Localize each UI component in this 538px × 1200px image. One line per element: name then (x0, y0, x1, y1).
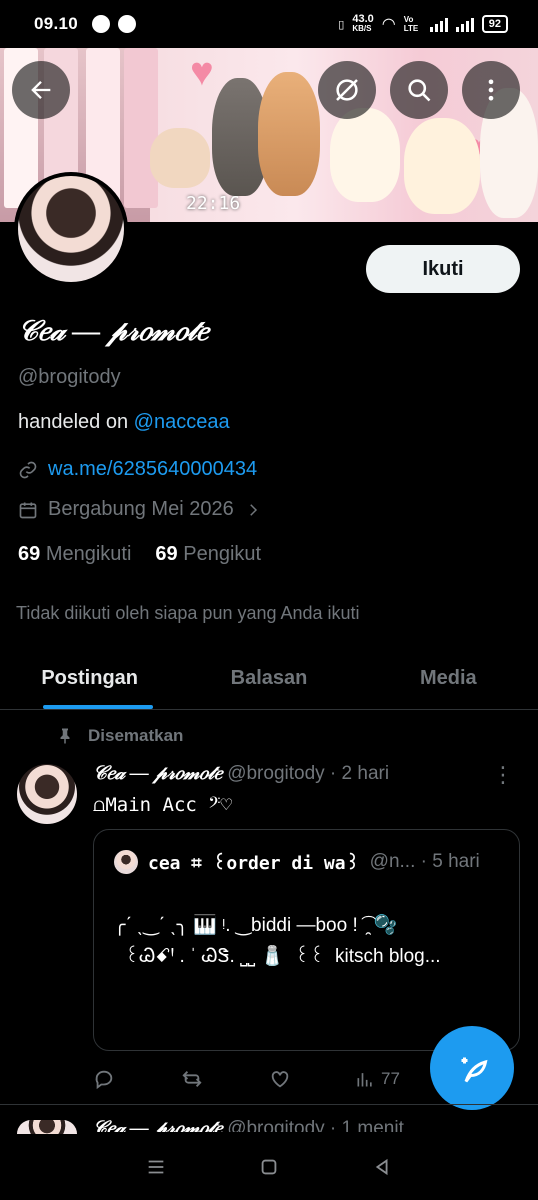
grok-button[interactable] (318, 61, 376, 119)
post-text: ⩍Main Acc 𝄢♡ (93, 794, 232, 816)
kitten-image (258, 72, 320, 196)
quoted-author-name: cea ⌗ ꒰order di wa꒱ (148, 852, 360, 874)
quoted-post[interactable]: cea ⌗ ꒰order di wa꒱ @n... · 5 hari ╭ˊ ˎ‿… (93, 829, 520, 1051)
tab-postingan[interactable]: Postingan (0, 648, 179, 709)
home-square-icon[interactable] (258, 1156, 280, 1178)
compose-post-button[interactable] (430, 1026, 514, 1110)
status-time: 09.10 (34, 14, 79, 33)
wifi-icon: ◠ (381, 16, 396, 33)
post-meta: @brogitody · 2 hari (221, 763, 390, 784)
like-button[interactable] (269, 1068, 355, 1090)
vibrate-icon: ▯ (338, 18, 345, 31)
repost-button[interactable] (181, 1068, 269, 1090)
chevron-right-icon (249, 503, 257, 516)
signal-icon (455, 16, 474, 32)
tab-media[interactable]: Media (359, 648, 538, 709)
post-meta: @brogitody · 1 menit (221, 1118, 404, 1132)
profile-website-link[interactable]: wa.me/6285640000434 (48, 458, 257, 481)
display-name: 𝒞𝑒𝒶 — 𝓅𝓇𝑜𝓂𝑜𝓉𝑒 (18, 316, 208, 347)
followed-by-text: Tidak diikuti oleh siapa pun yang Anda i… (16, 603, 360, 623)
post-more-button[interactable]: ⋮ (492, 764, 514, 786)
heart-icon (271, 1071, 289, 1088)
pin-icon (60, 728, 70, 744)
heart-decoration: ♥ (190, 50, 214, 94)
bio-mention-link[interactable]: @nacceaa (134, 411, 230, 433)
tab-balasan[interactable]: Balasan (179, 648, 358, 709)
views-count: 77 (381, 1069, 400, 1088)
net-speed: 43.0 KB/S (352, 13, 374, 34)
recents-menu-icon[interactable] (145, 1156, 167, 1178)
link-icon (19, 461, 37, 478)
line-icon (118, 15, 137, 33)
following-link[interactable]: 69 Mengikuti (18, 543, 131, 566)
followers-link[interactable]: 69 Pengikut (155, 543, 261, 566)
post-divider (0, 1104, 538, 1105)
pinned-indicator: Disematkan (56, 726, 183, 746)
reply-icon (95, 1070, 113, 1090)
search-icon (408, 79, 431, 102)
reply-button[interactable] (93, 1068, 181, 1090)
quoted-post-text: ╭ˊ ˎ‿ˊ ˎ╮ 🎹 ᵎ. ‿biddi —boo ! ͡ ̯ 🫧 ꒰ᏊꗃꞋ … (114, 915, 441, 967)
next-post-header: 𝒞𝑒𝒶 — 𝓅𝓇𝑜𝓂𝑜𝓉𝑒 @brogitody · 1 menit (93, 1118, 404, 1132)
search-button[interactable] (390, 61, 448, 119)
arrow-left-icon (31, 81, 51, 99)
profile-link-row: wa.me/6285640000434 (18, 458, 257, 481)
profile-avatar[interactable] (14, 172, 128, 286)
more-vertical-icon (488, 79, 494, 101)
quoted-author-avatar (114, 850, 138, 874)
quoted-post-meta: @n... · 5 hari (369, 851, 480, 872)
post-author-avatar[interactable] (17, 1120, 77, 1134)
views-icon (357, 1073, 372, 1087)
plush-image (150, 128, 210, 188)
compose-feather-icon (461, 1057, 488, 1083)
follow-button[interactable]: Ikuti (366, 245, 520, 293)
whatsapp-icon (92, 15, 111, 33)
volte-label: Vo LTE (403, 15, 419, 33)
signal-icon (429, 16, 448, 32)
profile-tabs: Postingan Balasan Media (0, 648, 538, 710)
status-bar: 09.10 ▯ 43.0 KB/S ◠ Vo LTE 92 (0, 0, 538, 48)
profile-bio: handeled on @nacceaa (18, 411, 230, 433)
joined-row[interactable]: Bergabung Mei 2026 (18, 498, 262, 521)
post-author-name[interactable]: 𝒞𝑒𝒶 — 𝓅𝓇𝑜𝓂𝑜𝓉𝑒 (93, 1118, 222, 1132)
more-vertical-icon: ⋮ (492, 762, 514, 787)
more-options-button[interactable] (462, 61, 520, 119)
back-triangle-icon[interactable] (371, 1156, 393, 1178)
follow-counts: 69 Mengikuti 69 Pengikut (18, 543, 261, 566)
views-button[interactable]: 77 (355, 1068, 400, 1090)
post-author-avatar[interactable] (17, 764, 77, 824)
grok-icon (336, 79, 358, 101)
banner-clock: 22:16 (186, 193, 241, 214)
cartoon-cat-image (404, 118, 480, 214)
post-header: 𝒞𝑒𝒶 — 𝓅𝓇𝑜𝓂𝑜𝓉𝑒 @brogitody · 2 hari (93, 763, 389, 785)
battery-indicator: 92 (481, 15, 508, 33)
post-author-name[interactable]: 𝒞𝑒𝒶 — 𝓅𝓇𝑜𝓂𝑜𝓉𝑒 (93, 763, 222, 784)
cartoon-cat-image (330, 108, 400, 202)
repost-icon (182, 1071, 202, 1087)
profile-handle: @brogitody (18, 366, 121, 388)
joined-date: Bergabung Mei 2026 (48, 498, 234, 520)
back-button[interactable] (12, 61, 70, 119)
calendar-icon (19, 502, 37, 518)
system-nav-bar (0, 1134, 538, 1200)
